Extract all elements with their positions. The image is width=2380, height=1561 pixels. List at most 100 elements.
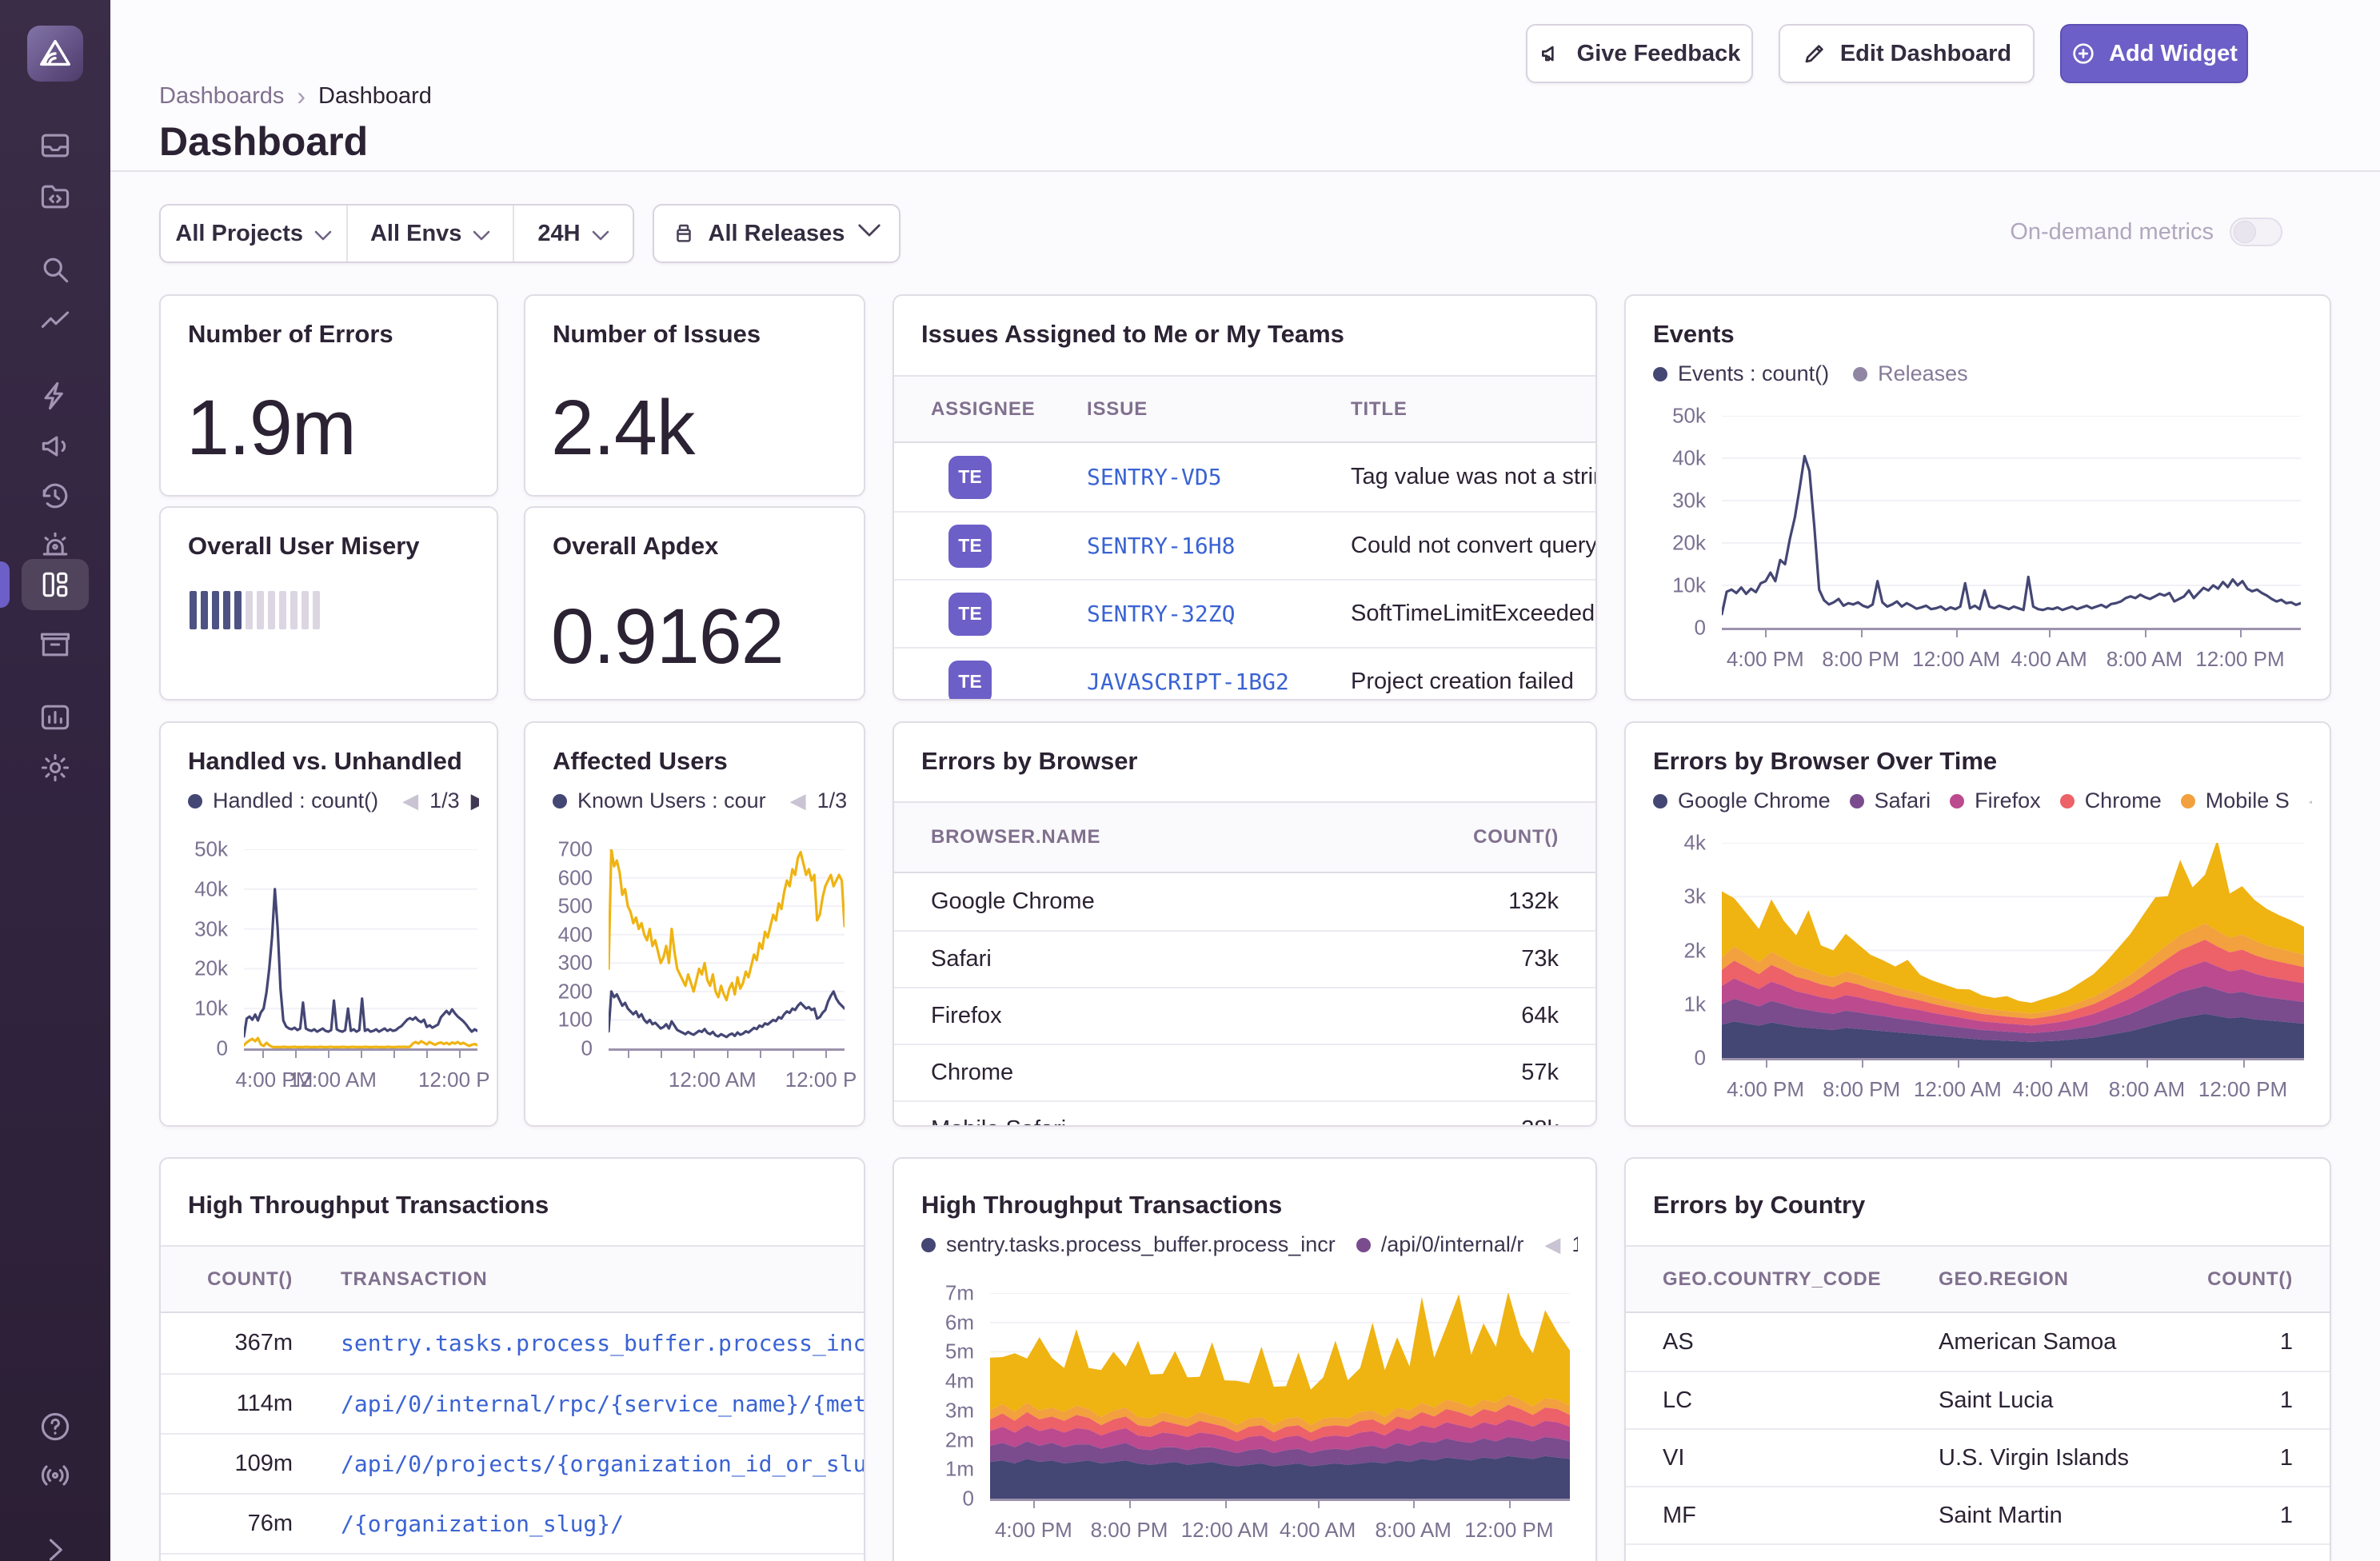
legend-item[interactable]: Releases: [1853, 361, 1968, 386]
legend-item[interactable]: /api/0/internal/r: [1356, 1232, 1524, 1257]
issue-row[interactable]: TE SENTRY-VD5 Tag value was not a string: [894, 443, 1595, 511]
table-row[interactable]: 76m /{organization_slug}/: [161, 1493, 864, 1553]
pager-prev-icon[interactable]: ◀: [2309, 788, 2312, 813]
issue-row[interactable]: TE SENTRY-32ZQ SoftTimeLimitExceeded: [894, 579, 1595, 647]
widget-high-throughput-chart[interactable]: High Throughput Transactions sentry.task…: [892, 1157, 1597, 1561]
column-header[interactable]: TITLE: [1351, 398, 1595, 421]
legend-item[interactable]: sentry.tasks.process_buffer.process_incr: [921, 1232, 1336, 1257]
column-header[interactable]: BROWSER.NAME: [931, 826, 1383, 848]
table-row[interactable]: 109m /api/0/projects/{organization_id_or…: [161, 1433, 864, 1493]
transaction-link[interactable]: sentry.tasks.process_buffer.process_incr: [341, 1330, 864, 1356]
give-feedback-button[interactable]: Give Feedback: [1526, 24, 1753, 83]
issue-link[interactable]: JAVASCRIPT-1BG2: [1087, 669, 1289, 695]
sidebar-item-issues[interactable]: [0, 120, 110, 171]
legend-item[interactable]: Safari: [1850, 788, 1931, 813]
table-row[interactable]: Safari 73k: [894, 930, 1595, 987]
column-header[interactable]: ASSIGNEE: [931, 398, 1087, 421]
widget-high-throughput-table[interactable]: High Throughput Transactions COUNT() TRA…: [159, 1157, 865, 1561]
column-header[interactable]: TRANSACTION: [301, 1268, 864, 1291]
legend-item[interactable]: Known Users : cour: [553, 788, 766, 813]
issue-link[interactable]: SENTRY-VD5: [1087, 464, 1222, 490]
browser-count: 57k: [1383, 1060, 1559, 1086]
column-header[interactable]: GEO.COUNTRY_CODE: [1663, 1268, 1939, 1291]
assignee-avatar[interactable]: TE: [948, 593, 992, 636]
transaction-link[interactable]: /{organization_slug}/: [341, 1511, 624, 1537]
widget-affected-users[interactable]: Affected Users Known Users : cour ◀ 1/3 …: [524, 721, 865, 1127]
legend-item[interactable]: Handled : count(): [188, 788, 378, 813]
column-header[interactable]: COUNT(): [2173, 1268, 2293, 1291]
table-row[interactable]: LC Saint Lucia 1: [1626, 1371, 2330, 1428]
table-row[interactable]: Google Chrome 132k: [894, 873, 1595, 930]
widget-handled-vs-unhandled[interactable]: Handled vs. Unhandled Handled : count() …: [159, 721, 498, 1127]
widget-events-chart[interactable]: Events Events : count() Releases 50k40k3…: [1624, 294, 2331, 701]
date-range-dropdown[interactable]: 24H: [513, 206, 633, 261]
issue-row[interactable]: TE JAVASCRIPT-1BG2 Project creation fail…: [894, 647, 1595, 701]
column-header[interactable]: ISSUE: [1087, 398, 1351, 421]
legend-item[interactable]: Firefox: [1950, 788, 2041, 813]
table-row[interactable]: Firefox 64k: [894, 987, 1595, 1044]
sidebar-item-releases[interactable]: [0, 619, 110, 670]
table-row[interactable]: Mobile Safari 38k: [894, 1100, 1595, 1127]
widget-errors-by-country[interactable]: Errors by Country GEO.COUNTRY_CODE GEO.R…: [1624, 1157, 2331, 1561]
sidebar-item-replays[interactable]: [0, 470, 110, 521]
table-row[interactable]: VI U.S. Virgin Islands 1: [1626, 1428, 2330, 1486]
project-filter-dropdown[interactable]: All Projects: [161, 206, 346, 261]
assignee-avatar[interactable]: TE: [948, 525, 992, 568]
sidebar-item-search[interactable]: [0, 244, 110, 295]
release-filter-dropdown[interactable]: All Releases: [653, 204, 900, 263]
issue-row[interactable]: TE SENTRY-16H8 Could not convert query: [894, 511, 1595, 579]
sidebar-item-stats[interactable]: [0, 692, 110, 743]
pager-prev-icon[interactable]: ◀: [402, 788, 418, 813]
legend-item[interactable]: Chrome: [2060, 788, 2162, 813]
issue-link[interactable]: SENTRY-16H8: [1087, 533, 1235, 559]
axis-tick: [825, 1048, 827, 1058]
edit-dashboard-button[interactable]: Edit Dashboard: [1779, 24, 2035, 83]
sidebar-item-whats-new[interactable]: [0, 1450, 110, 1501]
misery-bar: [257, 591, 264, 629]
widget-overall-apdex[interactable]: Overall Apdex 0.9162: [524, 506, 865, 701]
transaction-link[interactable]: /api/0/projects/{organization_id_or_slug…: [341, 1451, 864, 1477]
sidebar-item-dashboards[interactable]: [0, 559, 110, 610]
column-header[interactable]: COUNT(): [1383, 826, 1559, 848]
misery-bar: [190, 591, 197, 629]
assignee-avatar[interactable]: TE: [948, 661, 992, 701]
add-widget-button[interactable]: Add Widget: [2060, 24, 2248, 83]
breadcrumb-dashboards-link[interactable]: Dashboards: [159, 83, 284, 110]
column-header[interactable]: COUNT(): [161, 1268, 301, 1291]
on-demand-metrics-toggle[interactable]: [2230, 218, 2282, 246]
pager-prev-icon[interactable]: ◀: [1544, 1232, 1560, 1257]
widget-errors-by-browser[interactable]: Errors by Browser BROWSER.NAME COUNT() G…: [892, 721, 1597, 1127]
pager-prev-icon[interactable]: ◀: [790, 788, 806, 813]
widget-errors-by-browser-over-time[interactable]: Errors by Browser Over Time Google Chrom…: [1624, 721, 2331, 1127]
assignee-avatar[interactable]: TE: [948, 456, 992, 499]
table-row[interactable]: 367m sentry.tasks.process_buffer.process…: [161, 1313, 864, 1373]
table-row[interactable]: MF Saint Martin 1: [1626, 1486, 2330, 1543]
legend-item[interactable]: Events : count(): [1653, 361, 1829, 386]
sentry-logo[interactable]: [27, 26, 83, 82]
table-body: 367m sentry.tasks.process_buffer.process…: [161, 1313, 864, 1561]
sidebar-item-help[interactable]: [0, 1401, 110, 1452]
legend-item[interactable]: Google Chrome: [1653, 788, 1831, 813]
sidebar-collapse-button[interactable]: [0, 1524, 110, 1561]
pager-next-icon[interactable]: ▶: [471, 788, 479, 813]
column-header[interactable]: GEO.REGION: [1939, 1268, 2173, 1291]
y-axis-label: 400: [558, 922, 593, 947]
sidebar-item-traces[interactable]: [0, 296, 110, 347]
sidebar-item-settings[interactable]: [0, 742, 110, 793]
issue-link[interactable]: SENTRY-32ZQ: [1087, 601, 1235, 627]
sidebar-item-projects[interactable]: [0, 171, 110, 222]
sidebar-item-feedback[interactable]: [0, 421, 110, 472]
legend-item[interactable]: Mobile S: [2181, 788, 2290, 813]
table-row[interactable]: Chrome 57k: [894, 1044, 1595, 1100]
widget-issues-assigned[interactable]: Issues Assigned to Me or My Teams ASSIGN…: [892, 294, 1597, 701]
widget-number-of-errors[interactable]: Number of Errors 1.9m: [159, 294, 498, 497]
sidebar-item-performance[interactable]: [0, 370, 110, 421]
table-row[interactable]: 114m /api/0/internal/rpc/{service_name}/…: [161, 1373, 864, 1433]
x-axis-label: 12:00 P: [418, 1068, 490, 1092]
environment-filter-dropdown[interactable]: All Envs: [346, 206, 513, 261]
transaction-link[interactable]: /api/0/internal/rpc/{service_name}/{meth…: [341, 1391, 864, 1417]
widget-number-of-issues[interactable]: Number of Issues 2.4k: [524, 294, 865, 497]
widget-overall-user-misery[interactable]: Overall User Misery: [159, 506, 498, 701]
table-row[interactable]: AS American Samoa 1: [1626, 1313, 2330, 1371]
transaction-count: 109m: [161, 1451, 301, 1477]
